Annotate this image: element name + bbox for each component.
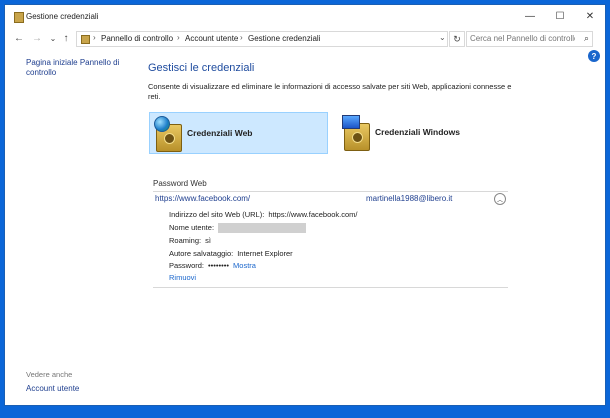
- back-arrow-icon[interactable]: ←: [12, 31, 26, 45]
- divider: [153, 287, 508, 288]
- search-box[interactable]: ⌕: [466, 31, 593, 47]
- detail-roaming: Roaming: sì: [169, 236, 211, 245]
- path-dropdown-chevron-icon[interactable]: ⌄: [439, 33, 446, 42]
- remove-credential-link[interactable]: Rimuovi: [169, 273, 196, 282]
- help-icon[interactable]: ?: [588, 50, 600, 62]
- detail-password: Password: •••••••• Mostra: [169, 261, 256, 270]
- saved-by-value: Internet Explorer: [237, 249, 293, 258]
- maximize-button[interactable]: ☐: [545, 5, 575, 28]
- forward-arrow-icon[interactable]: →: [30, 31, 44, 45]
- breadcrumb-separator-icon: ›: [93, 33, 96, 42]
- window-title: Gestione credenziali: [26, 12, 99, 21]
- credential-url[interactable]: https://www.facebook.com/: [155, 194, 250, 203]
- detail-username: Nome utente:: [169, 223, 214, 232]
- windows-credentials-label: Credenziali Windows: [375, 127, 460, 137]
- control-panel-home-link[interactable]: Pagina iniziale Pannello di controllo: [26, 58, 126, 78]
- user-accounts-link[interactable]: Account utente: [26, 384, 79, 394]
- site-address-value: https://www.facebook.com/: [268, 210, 358, 219]
- control-panel-icon: [81, 35, 90, 44]
- password-value: ••••••••: [208, 261, 230, 270]
- detail-saved-by: Autore salvataggio: Internet Explorer: [169, 249, 293, 258]
- breadcrumb-credential-manager[interactable]: Gestione credenziali: [248, 34, 320, 43]
- page-description: Consente di visualizzare ed eliminare le…: [148, 82, 512, 101]
- web-credentials-label: Credenziali Web: [187, 128, 253, 138]
- breadcrumb[interactable]: › Pannello di controllo › Account utente…: [76, 31, 448, 47]
- roaming-value: sì: [205, 236, 211, 245]
- show-password-link[interactable]: Mostra: [233, 261, 256, 270]
- collapse-chevron-icon[interactable]: ︿: [494, 193, 506, 205]
- close-button[interactable]: ✕: [575, 5, 605, 28]
- page-title: Gestisci le credenziali: [148, 62, 255, 74]
- web-passwords-heading: Password Web: [153, 179, 207, 188]
- credential-manager-window: Gestione credenziali — ☐ ✕ ← → ⌄ ↑ › Pan…: [5, 5, 605, 405]
- monitor-icon: [342, 115, 360, 129]
- refresh-icon[interactable]: ↻: [449, 31, 465, 47]
- web-credentials-tile[interactable]: Credenziali Web: [149, 112, 328, 154]
- roaming-label: Roaming:: [169, 236, 202, 245]
- credential-username[interactable]: martinella1988@libero.it: [366, 194, 452, 203]
- title-bar: Gestione credenziali — ☐ ✕: [5, 5, 605, 28]
- minimize-button[interactable]: —: [515, 5, 545, 28]
- password-label: Password:: [169, 261, 205, 270]
- detail-site-address: Indirizzo del sito Web (URL): https://www…: [169, 210, 358, 219]
- username-label: Nome utente:: [169, 223, 215, 232]
- recent-locations-chevron-icon[interactable]: ⌄: [46, 31, 60, 45]
- breadcrumb-control-panel[interactable]: Pannello di controllo: [101, 34, 173, 43]
- site-address-label: Indirizzo del sito Web (URL):: [169, 210, 265, 219]
- breadcrumb-separator-icon: ›: [240, 33, 243, 42]
- credential-manager-icon: [14, 12, 24, 23]
- saved-by-label: Autore salvataggio:: [169, 249, 234, 258]
- username-redacted-value: [218, 223, 306, 233]
- search-input[interactable]: [470, 33, 575, 44]
- search-icon[interactable]: ⌕: [584, 33, 589, 44]
- see-also-heading: Vedere anche: [26, 370, 73, 379]
- divider: [153, 191, 508, 192]
- windows-credentials-tile[interactable]: Credenziali Windows: [338, 112, 518, 152]
- address-bar: ← → ⌄ ↑ › Pannello di controllo › Accoun…: [5, 28, 605, 48]
- up-arrow-icon[interactable]: ↑: [59, 31, 73, 45]
- globe-icon: [154, 116, 170, 132]
- breadcrumb-separator-icon: ›: [177, 33, 180, 42]
- breadcrumb-user-accounts[interactable]: Account utente: [185, 34, 238, 43]
